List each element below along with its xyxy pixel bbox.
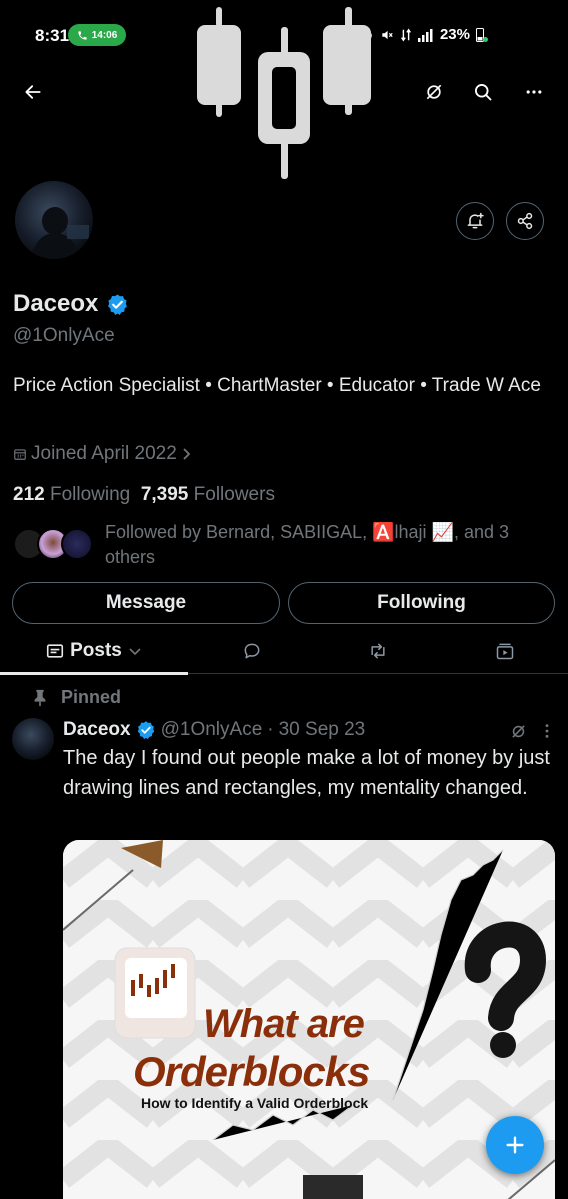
followers-count: 7,395 <box>140 484 189 505</box>
grok-icon <box>426 84 442 100</box>
pinned-label: Pinned <box>61 687 122 707</box>
tab-replies[interactable] <box>222 628 282 674</box>
plus-icon <box>506 1136 524 1154</box>
followed-by-text: Followed by Bernard, SABIIGAL, 🅰️lhaji 📈… <box>105 522 510 567</box>
followers-link[interactable]: 7,395 Followers <box>141 484 275 505</box>
profile-banner <box>0 0 568 180</box>
followers-label: Followers <box>193 484 275 505</box>
reply-icon <box>244 643 260 659</box>
following-button[interactable]: Following <box>288 582 555 624</box>
message-button[interactable]: Message <box>12 582 280 624</box>
tweet-text: The day I found out people make a lot of… <box>63 747 550 799</box>
more-vertical-icon <box>545 724 549 738</box>
more-button[interactable] <box>516 74 552 110</box>
profile-name-row: Daceox <box>13 290 129 318</box>
following-label: Following <box>49 484 131 505</box>
tab-posts[interactable]: Posts <box>0 628 188 675</box>
active-tab-indicator <box>0 672 188 675</box>
tab-media[interactable] <box>475 628 535 674</box>
tweet-header: Daceox @1OnlyAce · 30 Sep 23 <box>63 719 365 741</box>
candlestick-logo <box>197 7 371 179</box>
profile-handle: @1OnlyAce <box>13 325 115 346</box>
grok-icon <box>511 724 525 738</box>
chevron-down-icon <box>129 648 141 656</box>
media-title-line2: Orderblocks <box>133 1048 370 1095</box>
follower-avatar <box>61 528 93 560</box>
share-icon <box>517 212 533 230</box>
tweet-date[interactable]: 30 Sep 23 <box>279 719 366 741</box>
joined-label: Joined April 2022 <box>31 443 177 464</box>
calendar-icon <box>14 449 26 460</box>
grok-button[interactable] <box>416 74 452 110</box>
repost-icon <box>371 643 385 659</box>
tweet-more-button[interactable] <box>537 720 557 742</box>
following-count: 212 <box>13 484 45 505</box>
media-subtitle: How to Identify a Valid Orderblock <box>141 1095 369 1111</box>
profile-tabs: Posts <box>0 628 568 675</box>
media-title-line1: What are <box>203 1002 365 1046</box>
tweet-author-name[interactable]: Daceox <box>63 719 131 741</box>
posts-icon <box>47 644 64 658</box>
tweet-separator: · <box>267 719 274 740</box>
tab-reposts[interactable] <box>348 628 408 674</box>
chevron-right-icon <box>183 448 191 460</box>
pin-icon <box>34 689 46 706</box>
compose-button[interactable] <box>486 1116 544 1174</box>
bell-plus-icon <box>467 212 484 229</box>
pinned-indicator: Pinned <box>33 687 121 708</box>
message-button-label: Message <box>105 592 187 613</box>
profile-avatar[interactable] <box>12 178 96 262</box>
tweet-author-handle[interactable]: @1OnlyAce <box>161 719 263 741</box>
search-button[interactable] <box>465 74 501 110</box>
profile-bio: Price Action Specialist • ChartMaster • … <box>13 375 541 396</box>
verified-badge-icon <box>137 721 154 740</box>
follower-avatars <box>13 520 95 560</box>
verified-badge-icon[interactable] <box>106 293 129 316</box>
profile-stats: 212 Following 7,395 Followers <box>13 484 275 506</box>
followed-by-row[interactable]: Followed by Bernard, SABIIGAL, 🅰️lhaji 📈… <box>13 520 558 570</box>
media-icon <box>496 643 514 660</box>
joined-date[interactable]: Joined April 2022 <box>13 443 193 465</box>
avatar-image <box>30 207 89 259</box>
arrow-left-icon <box>25 85 41 99</box>
following-link[interactable]: 212 Following <box>13 484 130 505</box>
tab-posts-label: Posts <box>70 640 122 661</box>
notify-button[interactable] <box>456 202 494 240</box>
following-button-label: Following <box>377 592 466 613</box>
search-icon <box>475 84 492 101</box>
tweet-media-image[interactable]: What are Orderblocks How to Identify a V… <box>63 840 555 1199</box>
back-button[interactable] <box>15 74 51 110</box>
more-icon <box>526 90 542 94</box>
profile-name: Daceox <box>13 290 99 317</box>
tweet-author-avatar[interactable] <box>12 718 54 760</box>
share-button[interactable] <box>506 202 544 240</box>
tweet-grok-button[interactable] <box>507 720 529 742</box>
